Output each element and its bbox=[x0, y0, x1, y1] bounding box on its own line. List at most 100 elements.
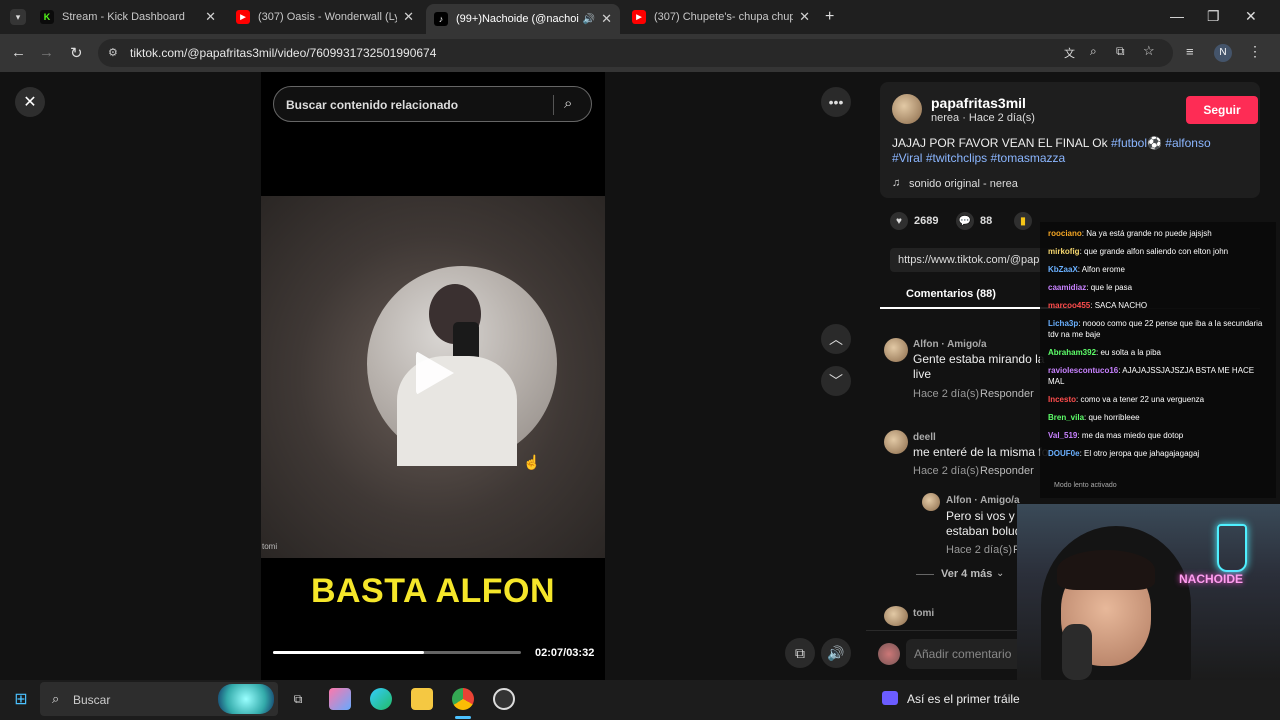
close-tab-icon[interactable]: ✕ bbox=[205, 9, 216, 25]
reply-button[interactable]: Responder bbox=[980, 388, 1034, 400]
audio-playing-icon[interactable]: 🔊 bbox=[583, 14, 595, 25]
comment-text: estaban bolud bbox=[946, 524, 1022, 538]
translate-icon[interactable]: 文 bbox=[1064, 45, 1075, 61]
edge-icon[interactable] bbox=[370, 688, 392, 710]
commenter-name[interactable]: Alfon · Amigo/a bbox=[946, 495, 1020, 506]
comment-time: Hace 2 día(s) bbox=[913, 388, 980, 400]
close-tab-icon[interactable]: ✕ bbox=[601, 11, 612, 27]
video-player[interactable]: Buscar contenido relacionado ⌕ tomi ☝ BA… bbox=[261, 72, 605, 680]
sound-name[interactable]: sonido original - nerea bbox=[909, 178, 1018, 190]
save-button[interactable]: ▮ bbox=[1014, 212, 1038, 230]
chat-username[interactable]: marcoo455 bbox=[1048, 301, 1090, 310]
file-explorer-icon[interactable] bbox=[411, 688, 433, 710]
address-bar[interactable]: ⚙ tiktok.com/@papafritas3mil/video/76099… bbox=[98, 39, 1173, 67]
chat-username[interactable]: roociano bbox=[1048, 229, 1082, 238]
comment-button[interactable]: 💬 88 bbox=[956, 212, 992, 230]
news-widget-text[interactable]: Así es el primer tráile bbox=[907, 692, 1020, 706]
comment-text: Pero si vos y a bbox=[946, 509, 1025, 523]
reload-icon[interactable]: ↻ bbox=[70, 44, 83, 62]
bookmark-star-icon[interactable]: ☆ bbox=[1143, 43, 1155, 59]
volume-icon[interactable]: 🔊 bbox=[821, 638, 851, 668]
author-avatar[interactable] bbox=[892, 94, 922, 124]
play-icon[interactable] bbox=[416, 351, 454, 395]
new-tab-icon[interactable]: + bbox=[825, 8, 834, 26]
commenter-avatar[interactable] bbox=[884, 430, 908, 454]
chat-username[interactable]: Licha3p bbox=[1048, 319, 1078, 328]
commenter-name[interactable]: tomi bbox=[913, 608, 934, 619]
chevron-down-icon[interactable]: ⌄ bbox=[996, 568, 1004, 579]
chat-username[interactable]: Bren_vila bbox=[1048, 413, 1084, 422]
tab-youtube-oasis[interactable]: ▶ (307) Oasis - Wonderwall (Lyric ✕ bbox=[228, 4, 422, 30]
chat-username[interactable]: Abraham392 bbox=[1048, 348, 1096, 357]
site-info-icon[interactable]: ⚙ bbox=[108, 46, 118, 59]
hashtag[interactable]: #Viral bbox=[892, 151, 922, 165]
forward-icon[interactable]: → bbox=[39, 44, 54, 61]
maximize-icon[interactable]: ❐ bbox=[1207, 8, 1220, 25]
author-username[interactable]: papafritas3mil bbox=[931, 95, 1026, 111]
tab-youtube-chupete[interactable]: ▶ (307) Chupete's- chupa chupa c ✕ bbox=[624, 4, 818, 30]
hashtag[interactable]: #twitchclips bbox=[926, 151, 987, 165]
hashtag[interactable]: #futbol⚽ bbox=[1111, 136, 1162, 150]
video-frame[interactable]: tomi ☝ bbox=[261, 196, 605, 558]
bookmark-icon: ▮ bbox=[1014, 212, 1032, 230]
neon-cup-shape bbox=[1217, 524, 1247, 572]
microphone-shape bbox=[1062, 624, 1092, 680]
commenter-name[interactable]: deell bbox=[913, 432, 936, 443]
hashtag[interactable]: #tomasmazza bbox=[991, 151, 1066, 165]
stream-chat-overlay: roociano: Na ya está grande no puede jaj… bbox=[1040, 222, 1276, 498]
install-app-icon[interactable]: ⧉ bbox=[1116, 44, 1125, 59]
news-widget-icon[interactable] bbox=[882, 691, 898, 705]
tab-kick-dashboard[interactable]: K Stream - Kick Dashboard ✕ bbox=[32, 4, 224, 30]
more-options-icon[interactable]: ••• bbox=[821, 87, 851, 117]
reply-button[interactable]: Responder bbox=[980, 465, 1034, 477]
browser-toolbar: ← → ↻ ⚙ tiktok.com/@papafritas3mil/video… bbox=[0, 34, 1280, 72]
minimize-icon[interactable]: — bbox=[1170, 8, 1184, 24]
media-controls-icon[interactable]: ≡ bbox=[1186, 44, 1194, 59]
chat-username[interactable]: DOUF0e bbox=[1048, 449, 1080, 458]
close-tab-icon[interactable]: ✕ bbox=[403, 9, 414, 25]
close-tab-icon[interactable]: ✕ bbox=[799, 9, 810, 25]
windows-start-icon[interactable]: ⊞ bbox=[10, 688, 32, 710]
hashtag[interactable]: #alfonso bbox=[1165, 136, 1210, 150]
taskbar-search[interactable]: ⌕ Buscar bbox=[40, 682, 278, 716]
close-video-button[interactable]: ✕ bbox=[15, 87, 45, 117]
zoom-icon[interactable]: ⌕ bbox=[1090, 44, 1097, 59]
close-window-icon[interactable]: ✕ bbox=[1245, 8, 1257, 25]
chat-username[interactable]: caamidiaz bbox=[1048, 283, 1086, 292]
floating-player-icon[interactable]: ⧉ bbox=[785, 638, 815, 668]
chat-username[interactable]: mirkofig bbox=[1048, 247, 1080, 256]
follow-button[interactable]: Seguir bbox=[1186, 96, 1258, 124]
commenter-avatar[interactable] bbox=[884, 606, 908, 626]
chat-username[interactable]: Incesto bbox=[1048, 395, 1076, 404]
like-button[interactable]: ♥ 2689 bbox=[890, 212, 938, 230]
browser-menu-icon[interactable]: ⋮ bbox=[1248, 43, 1262, 60]
tab-search-chevron-icon[interactable]: ▾ bbox=[10, 9, 26, 25]
chat-username[interactable]: raviolescontuco16 bbox=[1048, 366, 1118, 375]
commenter-avatar[interactable] bbox=[922, 493, 940, 511]
chat-username[interactable]: Val_519 bbox=[1048, 431, 1077, 440]
video-thumbnail-circle bbox=[367, 266, 557, 466]
commenter-avatar[interactable] bbox=[884, 338, 908, 362]
copilot-icon[interactable] bbox=[329, 688, 351, 710]
chat-text: : Na ya está grande no puede jajsjsh bbox=[1081, 229, 1212, 238]
share-link-field[interactable]: https://www.tiktok.com/@pap bbox=[890, 248, 1050, 272]
chat-message: KbZaaX: Alfon erome bbox=[1048, 264, 1270, 275]
related-search-input[interactable]: Buscar contenido relacionado ⌕ bbox=[273, 86, 592, 122]
profile-avatar[interactable]: N bbox=[1214, 44, 1232, 62]
chrome-icon[interactable] bbox=[452, 688, 474, 710]
back-icon[interactable]: ← bbox=[11, 44, 26, 61]
previous-video-button[interactable]: ︿ bbox=[821, 324, 851, 354]
task-view-icon[interactable]: ⧉ bbox=[287, 688, 309, 710]
chat-username[interactable]: KbZaaX bbox=[1048, 265, 1078, 274]
video-progress-bar[interactable] bbox=[273, 651, 521, 654]
chat-message: Val_519: me da mas miedo que dotop bbox=[1048, 430, 1270, 441]
chat-text: : Alfon erome bbox=[1077, 265, 1125, 274]
next-video-button[interactable]: ﹀ bbox=[821, 366, 851, 396]
tab-tiktok-nachoide[interactable]: ♪ (99+)Nachoide (@nachoide 🔊 ✕ bbox=[426, 4, 620, 34]
tab-comments[interactable]: Comentarios (88) bbox=[906, 288, 996, 300]
view-more-replies[interactable]: Ver 4 más bbox=[941, 568, 992, 580]
commenter-name[interactable]: Alfon · Amigo/a bbox=[913, 339, 987, 350]
obs-icon[interactable] bbox=[493, 688, 515, 710]
search-icon[interactable]: ⌕ bbox=[564, 95, 572, 112]
url-text[interactable]: tiktok.com/@papafritas3mil/video/7609931… bbox=[130, 46, 436, 60]
